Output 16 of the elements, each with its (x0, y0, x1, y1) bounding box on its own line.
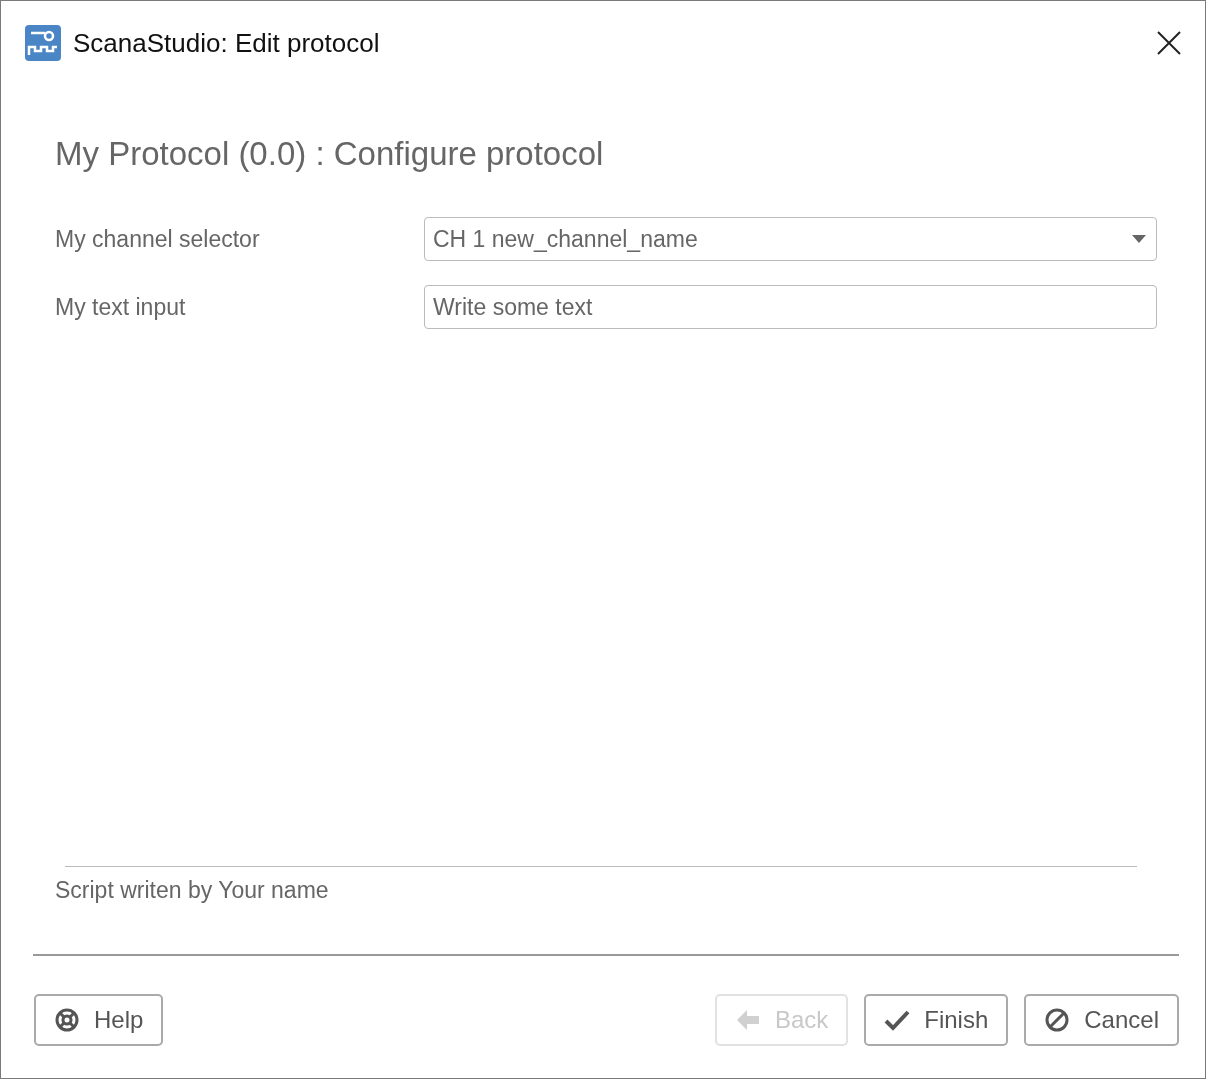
field-label: My channel selector (55, 225, 261, 253)
help-button[interactable]: Help (34, 994, 164, 1046)
page-heading: My Protocol (0.0) : Configure protocol (55, 135, 605, 173)
field-label: My text input (55, 293, 187, 321)
text-input-field[interactable]: Write some text (424, 285, 1157, 329)
lifebuoy-icon (54, 1007, 80, 1033)
finish-button[interactable]: Finish (864, 994, 1009, 1046)
caret-icon (1132, 235, 1146, 243)
prohibited-icon (1044, 1007, 1071, 1033)
channel-dropdown[interactable]: CH 1 new_channel_name (424, 217, 1157, 261)
close-icon (1155, 29, 1183, 57)
check-icon (884, 1009, 911, 1031)
window-title: ScanaStudio: Edit protocol (73, 27, 381, 59)
author-note: Script writen by Your name (55, 877, 330, 904)
app-logo-icon (25, 25, 61, 61)
cancel-button[interactable]: Cancel (1024, 994, 1179, 1046)
